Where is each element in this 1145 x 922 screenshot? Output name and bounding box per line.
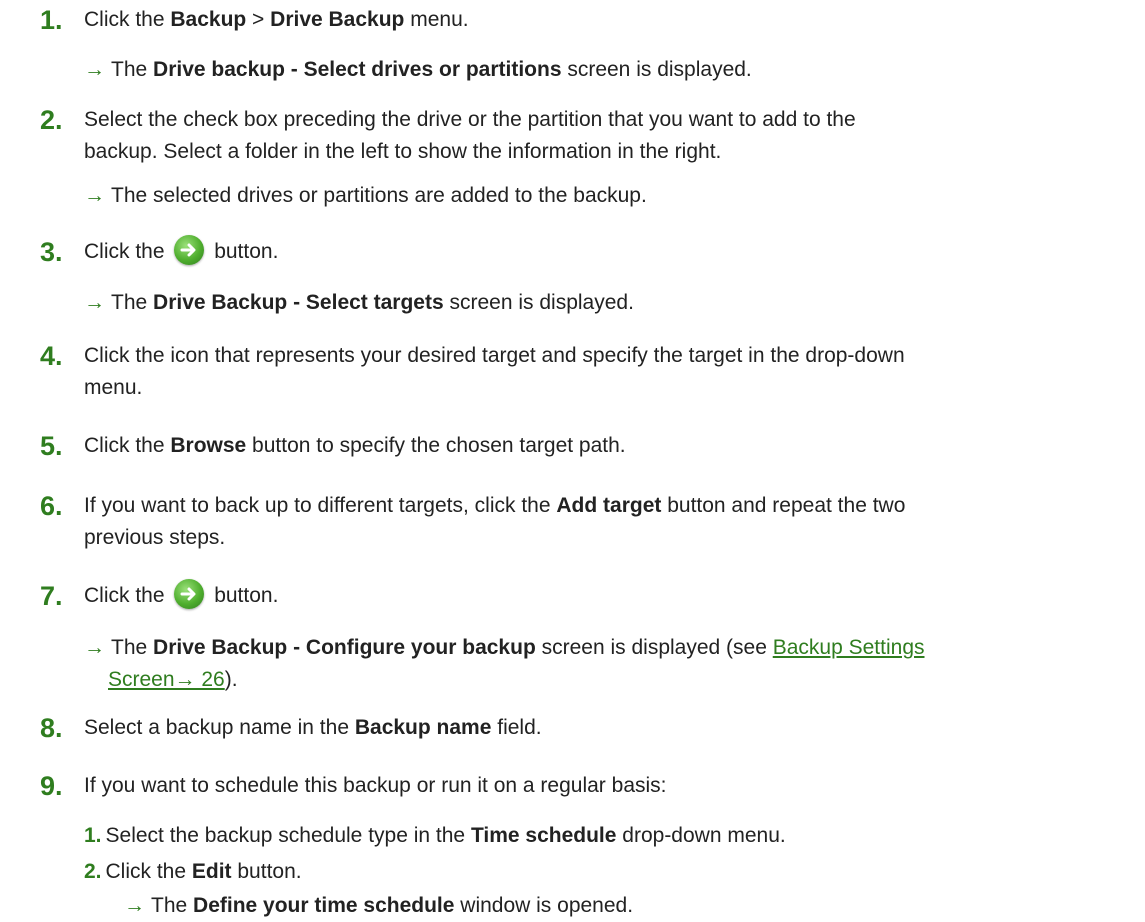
substep-number: 2. <box>84 860 102 883</box>
substep-2-result: → The Define your time schedule window is… <box>124 894 634 917</box>
step-3-result: → The Drive Backup - Select targets scree… <box>84 291 634 314</box>
step-text: Click the Browse button to specify the c… <box>84 434 626 457</box>
step-3: 3. Click the button. <box>40 235 1120 268</box>
result-arrow-icon: → <box>124 894 145 917</box>
step-5: 5. Click the Browse button to specify th… <box>40 430 1120 462</box>
step-1: 1. Click the Backup > Drive Backup menu. <box>40 4 1120 36</box>
step-7: 7. Click the button. <box>40 579 1120 612</box>
step-number: 7. <box>40 581 63 611</box>
step-text: Select the check box preceding the drive… <box>84 108 856 163</box>
result-arrow-icon: → <box>84 291 105 314</box>
step-number: 5. <box>40 431 63 461</box>
step-9: 9. If you want to schedule this backup o… <box>40 770 1120 802</box>
substep-number: 1. <box>84 824 102 847</box>
step-number: 9. <box>40 771 63 801</box>
step-7-result: → The Drive Backup - Configure your backu… <box>84 636 925 691</box>
step-number: 1. <box>40 5 63 35</box>
substep-1: 1. Select the backup schedule type in the… <box>84 824 786 847</box>
step-text: Click the icon that represents your desi… <box>84 344 905 399</box>
step-8: 8. Select a backup name in the Backup na… <box>40 712 1120 744</box>
step-number: 8. <box>40 713 63 743</box>
backup-settings-link[interactable]: Backup Settings <box>773 636 925 659</box>
result-arrow-icon: → <box>84 636 105 659</box>
manual-page: 1. Click the Backup > Drive Backup menu.… <box>0 0 1145 918</box>
step-text: If you want to schedule this backup or r… <box>84 774 667 797</box>
step-text: If you want to back up to different targ… <box>84 494 906 549</box>
step-number: 6. <box>40 491 63 521</box>
step-4: 4. Click the icon that represents your d… <box>40 340 1120 404</box>
step-2-result: → The selected drives or partitions are a… <box>84 184 647 207</box>
step-6: 6. If you want to back up to different t… <box>40 490 1120 554</box>
step-text: Click the button. <box>84 235 1120 268</box>
step-number: 3. <box>40 237 63 267</box>
backup-settings-link-continued[interactable]: Screen→ 26 <box>108 668 225 691</box>
step-text: Select a backup name in the Backup name … <box>84 716 542 739</box>
step-number: 2. <box>40 105 63 135</box>
result-arrow-icon: → <box>84 184 105 207</box>
step-1-result: → The Drive backup - Select drives or par… <box>84 58 752 81</box>
step-text: Click the button. <box>84 579 1120 612</box>
step-number: 4. <box>40 341 63 371</box>
next-arrow-icon <box>174 235 205 266</box>
result-arrow-icon: → <box>84 58 105 81</box>
next-arrow-icon <box>174 579 205 610</box>
step-text: Click the Backup > Drive Backup menu. <box>84 8 469 31</box>
step-2: 2. Select the check box preceding the dr… <box>40 104 1120 168</box>
substep-2: 2. Click the Edit button. <box>84 860 302 883</box>
